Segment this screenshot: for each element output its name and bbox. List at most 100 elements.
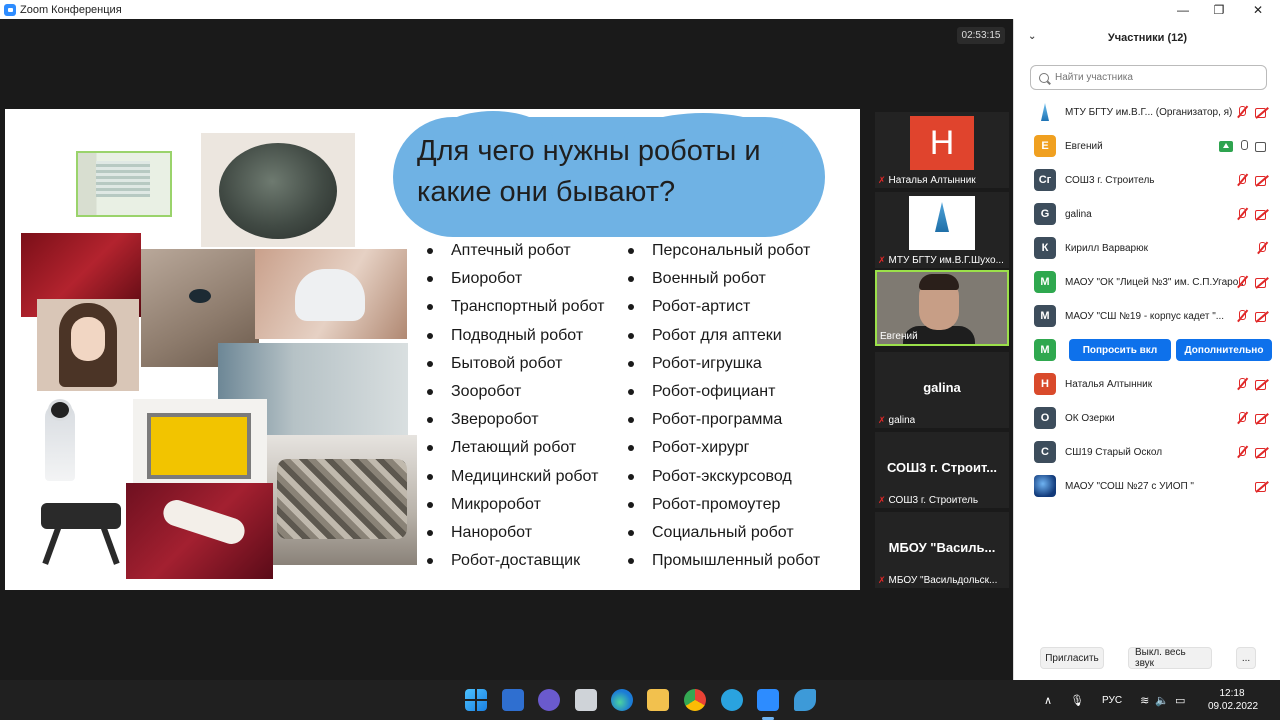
list-item: Робот-программа [628, 409, 820, 437]
participant-row[interactable]: Сг СОШ3 г. Строитель [1014, 163, 1280, 197]
mic-muted-icon[interactable] [1255, 241, 1269, 255]
video-off-icon[interactable] [1255, 411, 1269, 425]
battery-icon[interactable]: ▭ [1175, 694, 1185, 707]
participant-row[interactable]: G galina [1014, 197, 1280, 231]
list-item: Робот-артист [628, 296, 820, 324]
invite-button[interactable]: Пригласить [1040, 647, 1104, 669]
video-off-icon[interactable] [1255, 309, 1269, 323]
video-off-icon[interactable] [1255, 105, 1269, 119]
video-tile[interactable]: ✗ МТУ БГТУ им.В.Г.Шухо... [875, 192, 1009, 268]
participant-name: galina [1065, 208, 1092, 220]
mic-muted-icon[interactable] [1235, 377, 1249, 391]
mic-muted-icon[interactable] [1235, 207, 1249, 221]
video-tile[interactable]: МБОУ "Василь... ✗ МБОУ "Васильдольск... [875, 512, 1009, 588]
mic-muted-icon[interactable] [1235, 411, 1249, 425]
microphone-icon[interactable]: 🎙 [1070, 694, 1084, 707]
teams-chat-icon[interactable] [538, 689, 560, 711]
mic-muted-icon[interactable] [1235, 445, 1249, 459]
close-button[interactable]: ✕ [1240, 0, 1276, 19]
participant-name: МАОУ "СОШ №27 с УИОП " [1065, 480, 1194, 492]
shared-slide: Для чего нужны роботы и какие они бывают… [5, 109, 860, 590]
mute-all-button[interactable]: Выкл. весь звук [1128, 647, 1212, 669]
video-tile[interactable]: galina ✗ galina [875, 352, 1009, 428]
chrome-icon[interactable] [684, 689, 706, 711]
participant-name: МТУ БГТУ им.В.Г.Шухо... [888, 255, 1004, 266]
participant-row[interactable]: Е Евгений [1014, 129, 1280, 163]
participant-name: Евгений [1065, 140, 1103, 152]
list-item: Звероробот [427, 409, 605, 437]
mic-muted-icon[interactable] [1235, 275, 1249, 289]
quadruped-robot-photo [21, 487, 139, 577]
search-icon [1039, 72, 1049, 83]
slide-title: Для чего нужны роботы и какие они бывают… [417, 135, 761, 208]
list-item: Наноробот [427, 522, 605, 550]
search-input[interactable] [1055, 72, 1255, 83]
mic-muted-icon[interactable] [1235, 309, 1249, 323]
participant-row[interactable]: М МАОУ "ОК "Лицей №3" им. С.П.Угаро... [1014, 265, 1280, 299]
widgets-icon[interactable] [502, 689, 524, 711]
maximize-button[interactable]: ❐ [1201, 0, 1237, 19]
mic-muted-icon[interactable] [1235, 105, 1249, 119]
video-tile[interactable]: Н ✗ Наталья Алтынник [875, 112, 1009, 188]
video-tile-active-speaker[interactable]: Евгений [875, 270, 1009, 346]
video-tile[interactable]: СОШ3 г. Строит... ✗ СОШ3 г. Строитель [875, 432, 1009, 508]
video-off-icon[interactable] [1255, 479, 1269, 493]
list-item: Зооробот [427, 381, 605, 409]
avatar [1034, 101, 1056, 123]
participant-name: СОШ3 г. Строитель [1065, 174, 1155, 186]
participant-row[interactable]: С СШ19 Старый Оскол [1014, 435, 1280, 469]
participant-name: СШ19 Старый Оскол [1065, 446, 1163, 458]
participant-name: МТУ БГТУ им.В.Г... (Организатор, я) [1065, 106, 1233, 118]
avatar: Е [1034, 135, 1056, 157]
participant-row[interactable]: К Кирилл Варварюк [1014, 231, 1280, 265]
more-button[interactable]: ... [1236, 647, 1256, 669]
telegram-icon[interactable] [721, 689, 743, 711]
video-off-icon[interactable] [1255, 445, 1269, 459]
avatar: О [1034, 407, 1056, 429]
participant-name: МАОУ "ОК "Лицей №3" им. С.П.Угаро... [1065, 276, 1243, 288]
list-item: Робот-промоутер [628, 494, 820, 522]
participant-row[interactable]: МТУ БГТУ им.В.Г... (Организатор, я) [1014, 95, 1280, 129]
file-explorer-icon[interactable] [647, 689, 669, 711]
zoom-icon[interactable] [757, 689, 779, 711]
volume-icon[interactable]: 🔈 [1155, 694, 1169, 707]
app-icon[interactable] [794, 689, 816, 711]
ask-to-unmute-button[interactable]: Попросить вкл [1069, 339, 1171, 361]
panel-title: Участники (12) [1107, 32, 1188, 44]
more-options-button[interactable]: Дополнительно [1176, 339, 1272, 361]
chevron-down-icon[interactable]: ⌄ [1028, 31, 1036, 42]
meeting-area: 02:53:15 Для чего нужны роботы и какие о… [0, 19, 1013, 680]
video-off-icon[interactable] [1255, 377, 1269, 391]
participants-panel: ⌄ Участники (12) МТУ БГТУ им.В.Г... (Орг… [1013, 19, 1280, 680]
wifi-icon[interactable]: ≋ [1140, 694, 1149, 707]
start-icon[interactable] [465, 689, 487, 711]
participant-name: Наталья Алтынник [1065, 378, 1153, 390]
mic-muted-icon[interactable] [1235, 173, 1249, 187]
participant-display-name: МБОУ "Василь... [888, 540, 996, 555]
android-woman-photo [37, 299, 139, 391]
list-item: Робот-доставщик [427, 550, 605, 578]
video-on-icon[interactable] [1255, 139, 1269, 153]
video-off-icon[interactable] [1255, 275, 1269, 289]
participant-row-hovered[interactable]: М Попросить вкл Дополнительно [1014, 333, 1280, 367]
edge-icon[interactable] [611, 689, 633, 711]
participant-row[interactable]: Н Наталья Алтынник [1014, 367, 1280, 401]
avatar: М [1034, 305, 1056, 327]
chevron-up-icon[interactable]: ∧ [1044, 694, 1052, 707]
mic-muted-icon: ✗ [878, 175, 886, 185]
minimize-button[interactable]: — [1165, 0, 1201, 19]
participant-name: Наталья Алтынник [888, 175, 976, 186]
participant-row[interactable]: О ОК Озерки [1014, 401, 1280, 435]
participant-row[interactable]: М МАОУ "СШ №19 - корпус кадет "... [1014, 299, 1280, 333]
participant-name: МАОУ "СШ №19 - корпус кадет "... [1065, 310, 1225, 322]
window-title: Zoom Конференция [20, 3, 122, 16]
participant-search[interactable] [1030, 65, 1267, 90]
video-off-icon[interactable] [1255, 173, 1269, 187]
clock[interactable]: 12:18 09.02.2022 [1208, 687, 1258, 713]
screen-share-icon [1219, 140, 1233, 152]
mic-icon[interactable] [1239, 139, 1249, 153]
participant-row[interactable]: МАОУ "СОШ №27 с УИОП " [1014, 469, 1280, 503]
language-indicator[interactable]: РУС [1102, 695, 1122, 706]
video-off-icon[interactable] [1255, 207, 1269, 221]
printer-icon[interactable] [575, 689, 597, 711]
